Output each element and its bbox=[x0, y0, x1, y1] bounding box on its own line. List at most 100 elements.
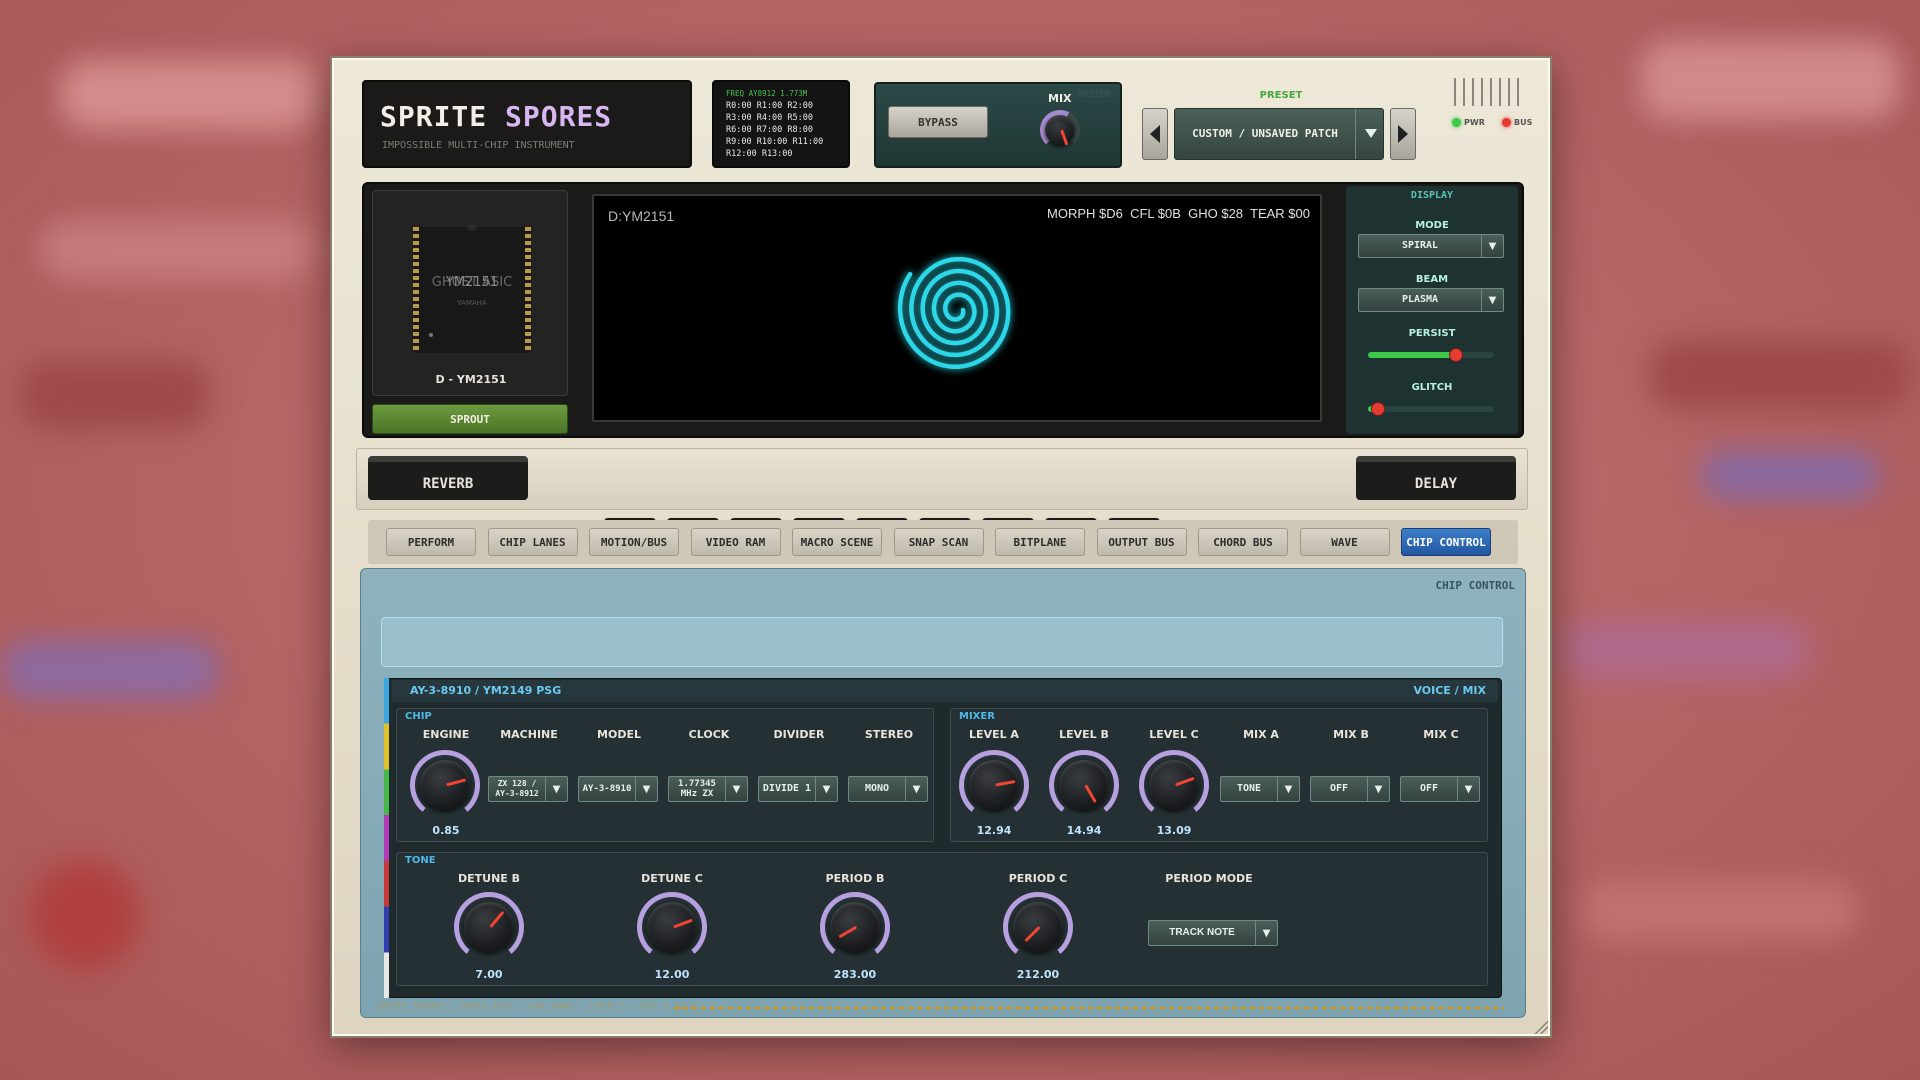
level-c-label: LEVEL C bbox=[1149, 728, 1199, 741]
level-c-value: 13.09 bbox=[1156, 824, 1192, 837]
chip-header-label: AY-3-8910 / YM2149 PSG bbox=[410, 684, 562, 697]
tab-motion-bus[interactable]: MOTION/BUS bbox=[589, 528, 679, 556]
chip-maker: YAMAHA bbox=[457, 299, 487, 307]
register-line: R9:00 R10:00 R11:00 bbox=[726, 137, 824, 147]
master-label: MASTER bbox=[1078, 90, 1111, 100]
engine-knob[interactable] bbox=[410, 750, 480, 820]
sprout-button[interactable]: SPROUT bbox=[372, 404, 568, 434]
chevron-down-icon: ▼ bbox=[725, 777, 747, 801]
tab-perform[interactable]: PERFORM bbox=[386, 528, 476, 556]
preset-label: PRESET bbox=[1259, 90, 1303, 101]
chevron-down-icon: ▼ bbox=[1457, 777, 1479, 801]
mode-value: SPIRAL bbox=[1401, 240, 1439, 251]
register-line: R3:00 R4:00 R5:00 bbox=[726, 113, 813, 123]
bypass-button[interactable]: BYPASS bbox=[888, 106, 988, 138]
mix-knob[interactable] bbox=[1040, 110, 1080, 150]
engine-value: 0.85 bbox=[432, 824, 460, 837]
app-subtitle: IMPOSSIBLE MULTI-CHIP INSTRUMENT bbox=[382, 140, 575, 151]
preset-dropdown[interactable]: CUSTOM / UNSAVED PATCH bbox=[1174, 108, 1384, 160]
mix-a-value: TONE bbox=[1236, 783, 1262, 794]
period-b-label: PERIOD B bbox=[825, 872, 885, 885]
chevron-down-icon: ▼ bbox=[635, 777, 657, 801]
view-header-label: VOICE / MIX bbox=[1413, 684, 1486, 697]
tab-output-bus[interactable]: OUTPUT BUS bbox=[1096, 528, 1187, 556]
glitch-label: GLITCH bbox=[1411, 382, 1453, 393]
period-mode-label: PERIOD MODE bbox=[1165, 872, 1253, 885]
detune-c-knob[interactable] bbox=[637, 892, 707, 962]
chevron-down-icon: ▼ bbox=[1481, 289, 1503, 311]
chevron-down-icon: ▼ bbox=[815, 777, 837, 801]
tab-wave[interactable]: WAVE bbox=[1299, 528, 1390, 556]
reverb-label: REVERB bbox=[422, 476, 474, 492]
app-title-spores: SPORES bbox=[505, 100, 613, 133]
persist-label: PERSIST bbox=[1408, 328, 1456, 339]
detune-c-value: 12.00 bbox=[654, 968, 690, 981]
chip-overlay-model: YM2151 bbox=[445, 275, 499, 290]
bus-led bbox=[1502, 118, 1511, 127]
mix-b-value: OFF bbox=[1329, 783, 1349, 794]
mix-a-dropdown[interactable]: TONE ▼ bbox=[1220, 776, 1300, 802]
reverb-unit[interactable]: REVERB bbox=[368, 456, 528, 500]
mix-b-label: MIX B bbox=[1333, 728, 1369, 741]
tone-section-label: TONE bbox=[405, 855, 436, 866]
slider-thumb[interactable] bbox=[1449, 348, 1464, 362]
stereo-label: STEREO bbox=[864, 728, 914, 741]
pwr-label: PWR bbox=[1464, 118, 1485, 127]
period-mode-dropdown[interactable]: TRACK NOTE ▼ bbox=[1148, 920, 1278, 946]
tab-bitplane[interactable]: BITPLANE bbox=[995, 528, 1085, 556]
chevron-down-icon: ▼ bbox=[1277, 777, 1299, 801]
bus-label: BUS bbox=[1514, 118, 1533, 127]
master-panel: BYPASS MIX MASTER bbox=[874, 82, 1122, 168]
divider-dropdown[interactable]: DIVIDE 1 ▼ bbox=[758, 776, 838, 802]
pwr-led bbox=[1452, 118, 1461, 127]
resize-grip-icon[interactable] bbox=[1534, 1020, 1548, 1034]
mode-dropdown[interactable]: SPIRAL ▼ bbox=[1358, 234, 1504, 258]
chip-image: GHOST ASIC YM2151 YAMAHA bbox=[413, 225, 531, 353]
level-b-value: 14.94 bbox=[1066, 824, 1102, 837]
tab-video-ram[interactable]: VIDEO RAM bbox=[690, 528, 781, 556]
plugin-window: SPRITE SPORES IMPOSSIBLE MULTI-CHIP INST… bbox=[332, 58, 1550, 1036]
detune-b-label: DETUNE B bbox=[457, 872, 520, 885]
persist-slider[interactable] bbox=[1368, 348, 1494, 362]
mix-c-dropdown[interactable]: OFF ▼ bbox=[1400, 776, 1480, 802]
beam-value: PLASMA bbox=[1401, 294, 1439, 305]
delay-label: DELAY bbox=[1414, 476, 1458, 492]
mix-c-value: OFF bbox=[1419, 783, 1439, 794]
tab-snap-scan[interactable]: SNAP SCAN bbox=[893, 528, 984, 556]
tab-chord-bus[interactable]: CHORD BUS bbox=[1198, 528, 1288, 556]
machine-dropdown[interactable]: ZX 128 / AY-3-8912 ▼ bbox=[488, 776, 568, 802]
period-c-value: 212.00 bbox=[1016, 968, 1060, 981]
period-b-knob[interactable] bbox=[820, 892, 890, 962]
chevron-left-icon bbox=[1150, 125, 1160, 143]
level-a-label: LEVEL A bbox=[969, 728, 1019, 741]
tab-chip-control[interactable]: CHIP CONTROL bbox=[1401, 528, 1491, 556]
period-c-knob[interactable] bbox=[1003, 892, 1073, 962]
chevron-down-icon: ▼ bbox=[1481, 235, 1503, 257]
period-c-label: PERIOD C bbox=[1008, 872, 1068, 885]
level-c-knob[interactable] bbox=[1139, 750, 1209, 820]
detune-b-knob[interactable] bbox=[454, 892, 524, 962]
glitch-slider[interactable] bbox=[1368, 402, 1494, 416]
footer-text: SPRITE SPORES · GHOST-ASIC · 64K VRAM · … bbox=[376, 1002, 695, 1011]
delay-unit[interactable]: DELAY bbox=[1356, 456, 1516, 500]
tab-macro-scene[interactable]: MACRO SCENE bbox=[792, 528, 882, 556]
clock-dropdown[interactable]: 1.77345 MHz ZX ▼ bbox=[668, 776, 748, 802]
level-b-knob[interactable] bbox=[1049, 750, 1119, 820]
tab-chip-lanes[interactable]: CHIP LANES bbox=[487, 528, 578, 556]
period-mode-value: TRACK NOTE bbox=[1169, 927, 1235, 938]
preset-prev-button[interactable] bbox=[1142, 108, 1168, 160]
detune-b-value: 7.00 bbox=[475, 968, 503, 981]
tone-section: TONE bbox=[396, 852, 1488, 986]
app-title-sprite: SPRITE bbox=[380, 100, 488, 133]
mix-label: MIX bbox=[1048, 92, 1072, 105]
chip-tab-strip bbox=[381, 617, 1503, 667]
model-dropdown[interactable]: AY-3-8910 ▼ bbox=[578, 776, 658, 802]
beam-dropdown[interactable]: PLASMA ▼ bbox=[1358, 288, 1504, 312]
slider-thumb[interactable] bbox=[1371, 402, 1386, 416]
level-a-knob[interactable] bbox=[959, 750, 1029, 820]
oscilloscope-screen: D:YM2151 MORPH $D6 CFL $0B GHO $28 TEAR … bbox=[592, 194, 1322, 422]
mix-b-dropdown[interactable]: OFF ▼ bbox=[1310, 776, 1390, 802]
mix-c-label: MIX C bbox=[1423, 728, 1459, 741]
preset-next-button[interactable] bbox=[1390, 108, 1416, 160]
stereo-dropdown[interactable]: MONO ▼ bbox=[848, 776, 928, 802]
